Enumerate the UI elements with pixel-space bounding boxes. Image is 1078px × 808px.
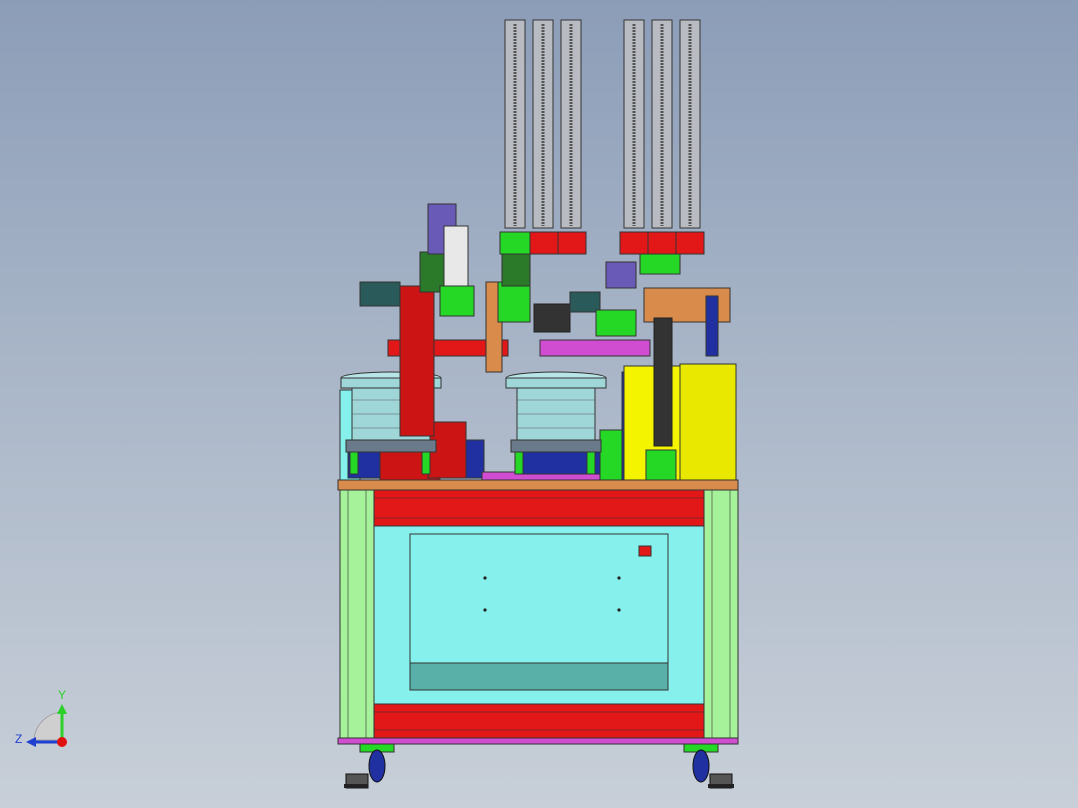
right-frame-leg [703,489,739,741]
machine-base-frame [337,479,739,745]
z-axis-label: Z [15,732,22,746]
cad-viewport[interactable]: Y Z [0,0,1078,808]
caster-right [683,743,734,789]
yellow-control-box [623,363,737,481]
y-axis-label: Y [58,688,66,702]
left-frame-leg [339,489,375,741]
lower-red-rail [373,703,705,739]
cylinder-column-group-right [619,19,705,275]
triad-origin [57,737,67,747]
upper-red-rail [373,489,705,527]
base-strip [337,737,739,745]
caster-left [344,743,395,789]
door-bottom-strip [409,662,669,691]
door-indicator [638,545,652,557]
cylinder-column-group-left [499,19,587,255]
table-top-plate [337,479,739,491]
orientation-triad: Y Z [15,688,67,747]
